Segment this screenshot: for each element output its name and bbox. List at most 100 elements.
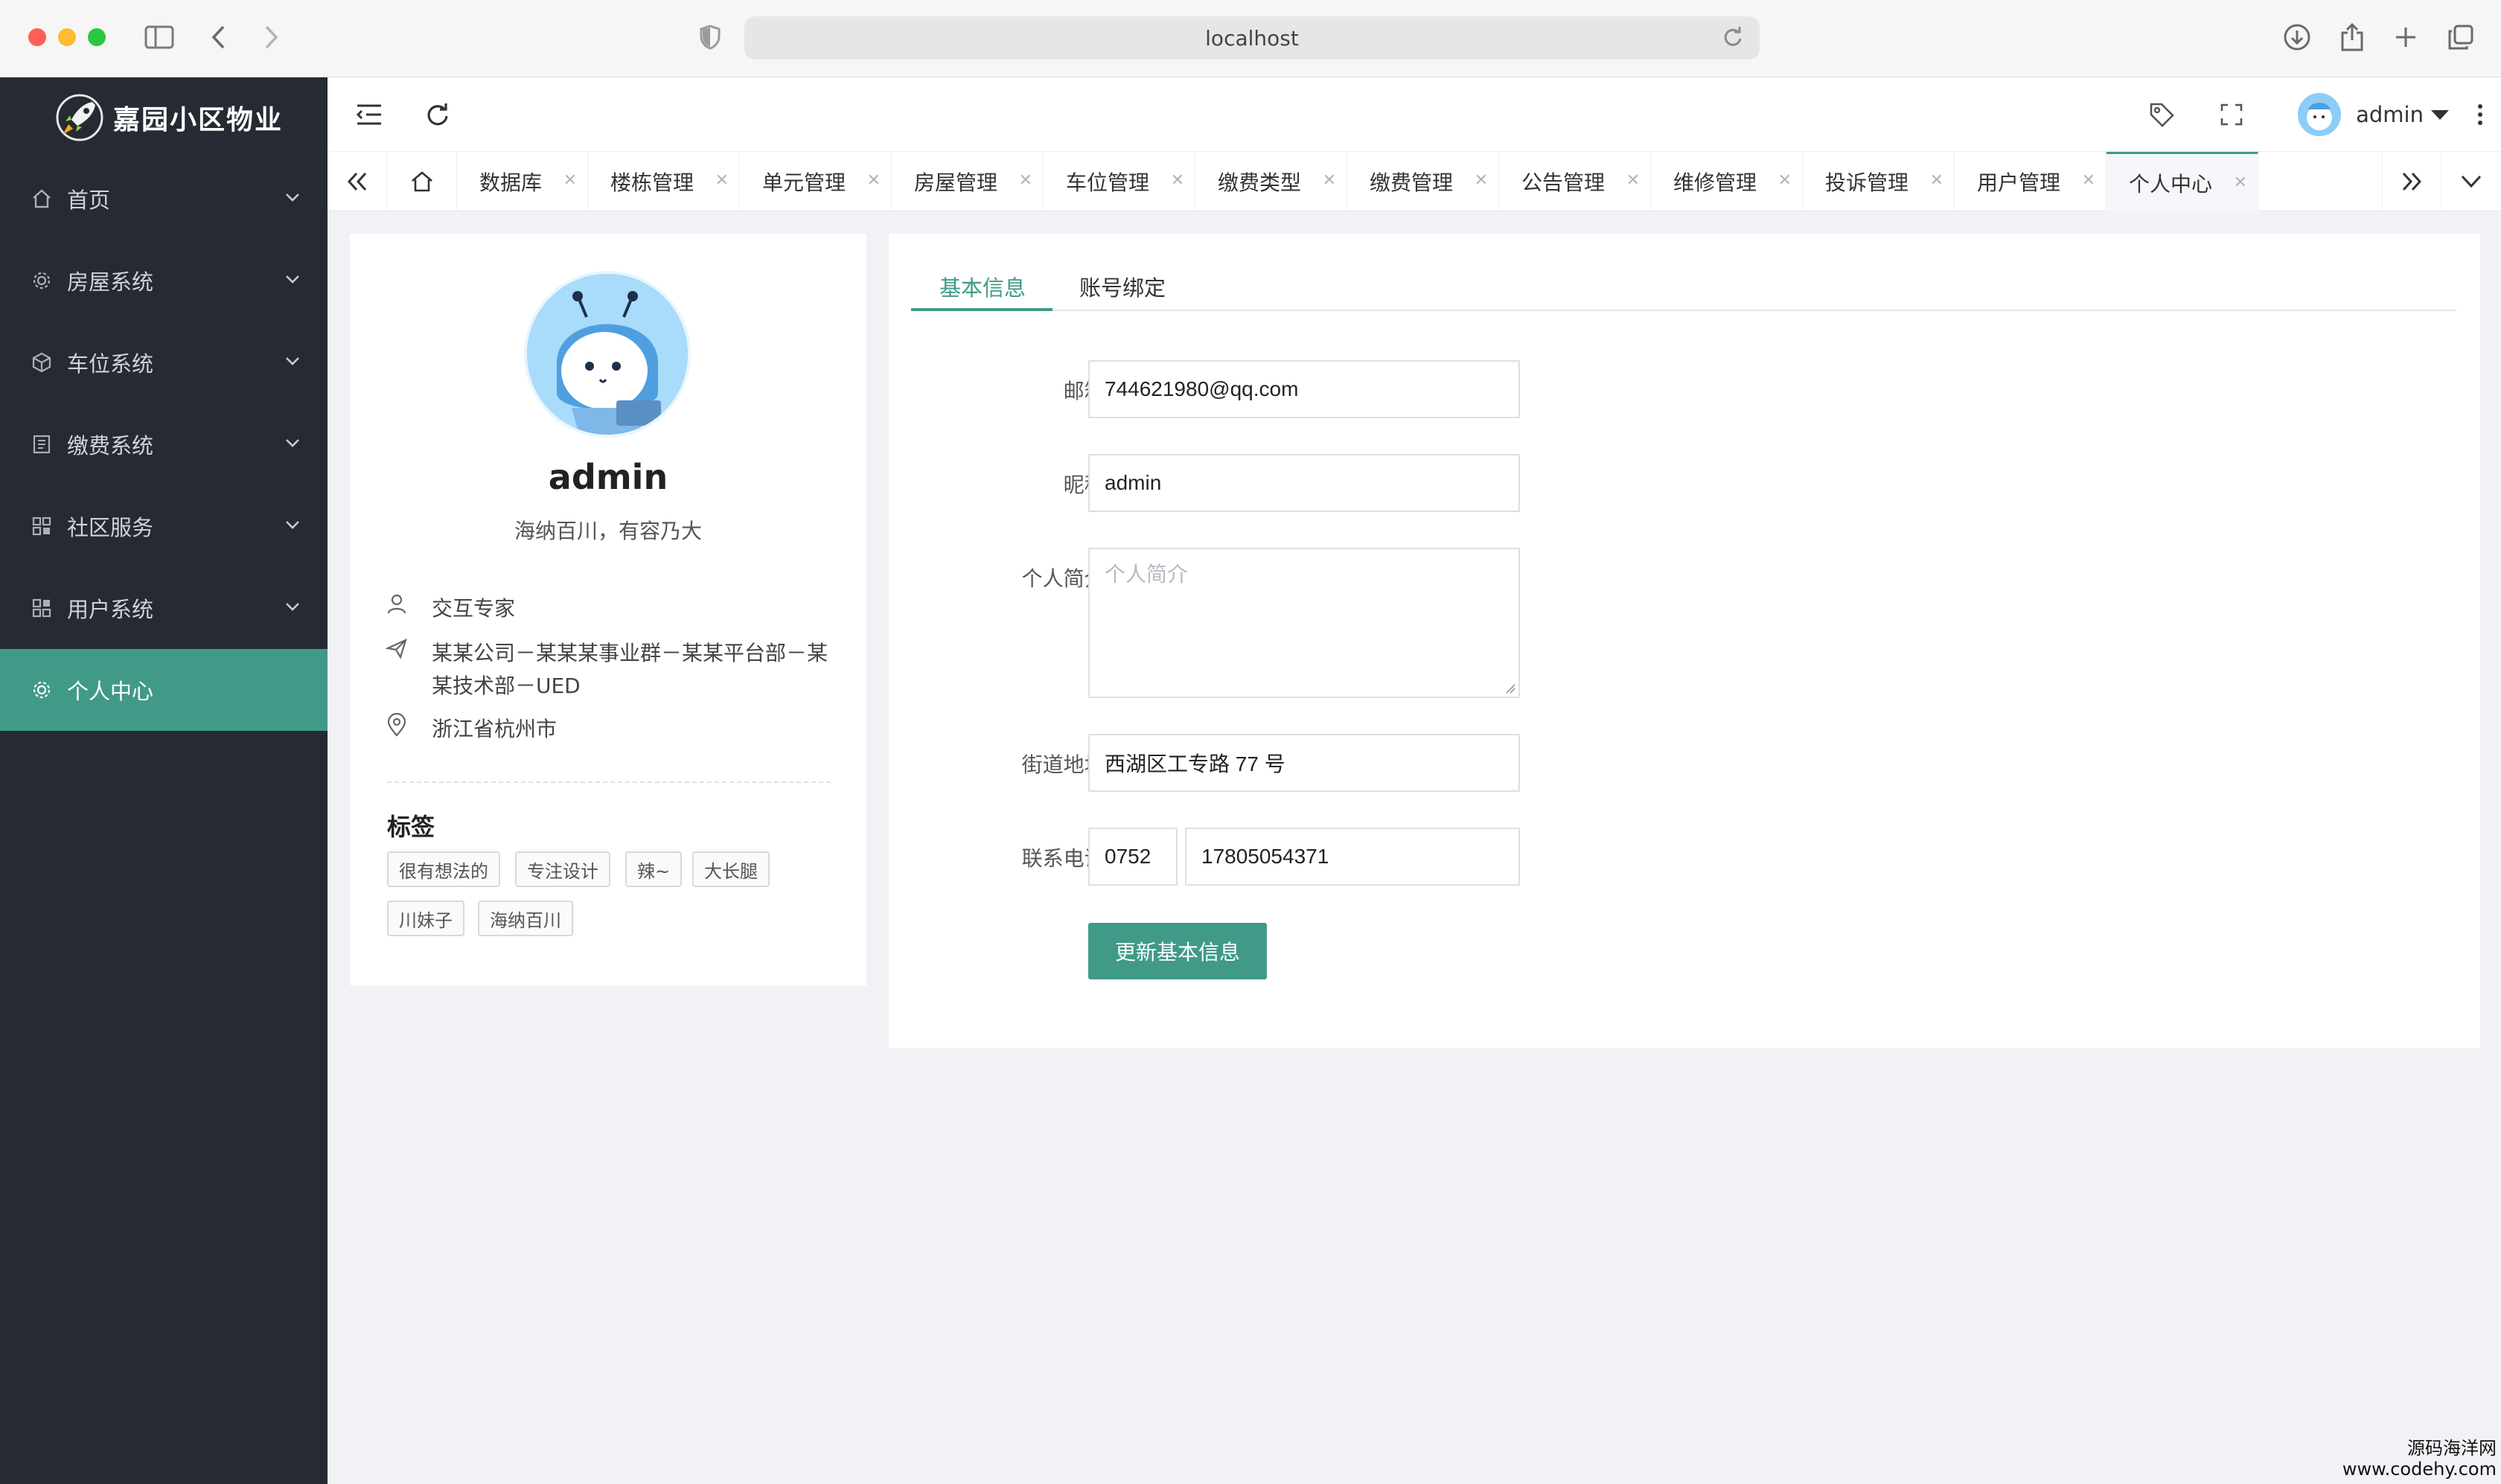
tab-fee-type[interactable]: 缴费类型 ✕ (1195, 152, 1347, 211)
close-icon[interactable]: ✕ (1930, 171, 1943, 190)
watermark-line: www.codehy.com (2342, 1459, 2497, 1480)
sidebar-item-users[interactable]: 用户系统 (0, 567, 328, 649)
forward-icon[interactable] (255, 21, 287, 54)
email-field[interactable]: 744621980@qq.com (1088, 360, 1520, 418)
sidebar-item-housing[interactable]: 房屋系统 (0, 240, 328, 322)
email-label: 邮箱: (933, 375, 1112, 405)
user-menu[interactable]: admin (2298, 93, 2449, 136)
avatar[interactable] (524, 271, 691, 438)
profile-motto: 海纳百川，有容乃大 (514, 519, 702, 543)
tab-label: 缴费类型 (1218, 170, 1302, 195)
address-field[interactable]: 西湖区工专路 77 号 (1088, 734, 1520, 792)
tab-label: 用户管理 (1977, 170, 2061, 195)
home-tab-icon[interactable] (387, 152, 457, 211)
profile-org-row: 某某公司－某某某事业群－某某平台部－某某技术部－UED (385, 637, 834, 703)
address-bar[interactable]: localhost (744, 16, 1760, 60)
profile-name: admin (548, 457, 668, 497)
back-icon[interactable] (202, 21, 235, 54)
close-icon[interactable]: ✕ (1171, 171, 1184, 190)
refresh-icon[interactable] (421, 98, 454, 131)
close-icon[interactable]: ✕ (715, 171, 729, 190)
address-label: 街道地址: (1021, 752, 1112, 777)
tag[interactable]: 大长腿 (692, 851, 770, 887)
sidebar-item-payment[interactable]: 缴费系统 (0, 403, 328, 485)
tab-user[interactable]: 用户管理 ✕ (1955, 152, 2106, 211)
tab-label: 单元管理 (762, 170, 846, 195)
divider (387, 781, 831, 783)
document-icon (30, 432, 54, 456)
tab-building[interactable]: 楼栋管理 ✕ (588, 152, 740, 211)
tab-overview-icon[interactable] (2444, 21, 2477, 54)
tabs-baseline (911, 310, 2456, 311)
close-window-button[interactable] (28, 28, 46, 46)
sidebar-item-parking[interactable]: 车位系统 (0, 322, 328, 403)
profile-title: 交互专家 (432, 596, 516, 621)
new-tab-icon[interactable] (2389, 21, 2422, 54)
tag[interactable]: 川妹子 (387, 901, 464, 936)
tag[interactable]: 很有想法的 (387, 851, 500, 887)
reload-icon[interactable] (1722, 25, 1743, 53)
download-icon[interactable] (2281, 21, 2313, 54)
maximize-window-button[interactable] (88, 28, 106, 46)
send-icon (385, 637, 415, 703)
phone-area-code-field[interactable]: 0752 (1088, 828, 1178, 886)
tab-repair[interactable]: 维修管理 ✕ (1651, 152, 1803, 211)
close-icon[interactable]: ✕ (1323, 171, 1336, 190)
phone-number-field[interactable]: 17805054371 (1185, 828, 1520, 886)
active-tab-indicator (911, 308, 1053, 311)
tab-label: 楼栋管理 (610, 170, 694, 195)
fullscreen-icon[interactable] (2215, 98, 2248, 131)
bio-textarea[interactable]: 个人简介 (1088, 548, 1520, 698)
sidebar-toggle-icon[interactable] (143, 21, 176, 54)
tab-fee[interactable]: 缴费管理 ✕ (1347, 152, 1499, 211)
tab-unit[interactable]: 单元管理 ✕ (740, 152, 892, 211)
more-vertical-icon[interactable] (2464, 98, 2497, 131)
sidebar-item-home[interactable]: 首页 (0, 158, 328, 240)
tag-icon[interactable] (2145, 98, 2178, 131)
tab-database[interactable]: 数据库 ✕ (457, 152, 588, 211)
profile-card: admin 海纳百川，有容乃大 交互专家 某某公司－某某某事业群－某某平台部－某… (350, 234, 866, 985)
collapse-menu-icon[interactable] (353, 98, 386, 131)
grid-icon (30, 596, 54, 620)
close-icon[interactable]: ✕ (867, 171, 881, 190)
close-icon[interactable]: ✕ (2082, 171, 2095, 190)
resize-handle-icon[interactable] (1505, 683, 1515, 694)
profile-location-row: 浙江省杭州市 (386, 712, 834, 746)
tab-house[interactable]: 房屋管理 ✕ (892, 152, 1044, 211)
tab-label: 维修管理 (1673, 170, 1757, 195)
update-basic-info-button[interactable]: 更新基本信息 (1088, 923, 1267, 979)
sidebar-item-community[interactable]: 社区服务 (0, 485, 328, 567)
tab-notice[interactable]: 公告管理 ✕ (1499, 152, 1651, 211)
bio-label: 个人简介: (1021, 566, 1112, 591)
tag[interactable]: 专注设计 (515, 851, 610, 887)
tab-profile[interactable]: 个人中心 ✕ (2106, 152, 2258, 211)
nickname-field[interactable]: admin (1088, 454, 1520, 512)
close-icon[interactable]: ✕ (2234, 173, 2247, 192)
close-icon[interactable]: ✕ (1475, 171, 1488, 190)
caret-down-icon (2431, 109, 2449, 120)
profile-location: 浙江省杭州市 (432, 717, 558, 741)
close-icon[interactable]: ✕ (563, 171, 577, 190)
profile-title-row: 交互专家 (386, 592, 834, 625)
sidebar: 嘉园小区物业 首页 房屋系统 车位系统 缴费系统 社区服务 用户系统 个人中心 (0, 77, 328, 1484)
tag[interactable]: 辣~ (625, 851, 683, 887)
scroll-tabs-left-icon[interactable] (328, 152, 387, 211)
phone-label: 联系电话: (1021, 846, 1112, 871)
minimize-window-button[interactable] (58, 28, 76, 46)
tab-basic-info[interactable]: 基本信息 (939, 263, 1026, 310)
close-icon[interactable]: ✕ (1778, 171, 1792, 190)
sidebar-item-label: 车位系统 (67, 351, 154, 377)
tag[interactable]: 海纳百川 (478, 901, 573, 936)
tab-parking[interactable]: 车位管理 ✕ (1044, 152, 1195, 211)
close-icon[interactable]: ✕ (1019, 171, 1032, 190)
scroll-tabs-right-icon[interactable] (2382, 152, 2441, 211)
tab-complaint[interactable]: 投诉管理 ✕ (1803, 152, 1955, 211)
chevron-down-icon (283, 597, 305, 619)
close-icon[interactable]: ✕ (1626, 171, 1640, 190)
tab-account-binding[interactable]: 账号绑定 (1079, 263, 1166, 310)
privacy-shield-icon[interactable] (694, 21, 726, 54)
share-icon[interactable] (2336, 21, 2369, 54)
sidebar-item-profile[interactable]: 个人中心 (0, 649, 328, 731)
tabs-dropdown-icon[interactable] (2441, 152, 2501, 211)
brand-logo[interactable]: 嘉园小区物业 (0, 77, 328, 158)
